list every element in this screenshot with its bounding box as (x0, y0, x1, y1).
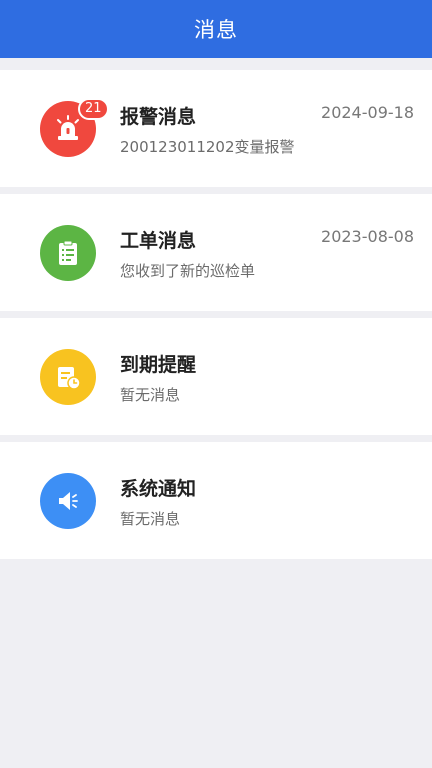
message-preview: 暂无消息 (120, 510, 181, 528)
workorder-icon-wrap (40, 225, 96, 281)
message-title: 工单消息 (120, 230, 197, 252)
message-preview: 您收到了新的巡检单 (120, 262, 256, 280)
page-title: 消息 (194, 18, 238, 42)
message-preview: 暂无消息 (120, 386, 181, 404)
message-title: 到期提醒 (120, 354, 197, 376)
message-item-expiry[interactable]: 到期提醒 暂无消息 (0, 318, 432, 435)
alarm-icon-wrap: 21 (40, 98, 109, 157)
header-bar: 消息 (0, 0, 432, 58)
message-date: 2023-08-08 (321, 227, 414, 246)
message-title: 报警消息 (120, 106, 197, 128)
unread-count-badge: 21 (78, 98, 109, 120)
message-item-workorder[interactable]: 工单消息 您收到了新的巡检单 2023-08-08 (0, 194, 432, 311)
message-date: 2024-09-18 (321, 103, 414, 122)
calendar-clock-icon (40, 349, 96, 405)
message-item-alarm[interactable]: 21 报警消息 200123011202变量报警 2024-09-18 (0, 70, 432, 187)
message-preview: 200123011202变量报警 (120, 138, 295, 156)
expiry-icon-wrap (40, 349, 96, 405)
message-title: 系统通知 (120, 478, 197, 500)
message-list: 21 报警消息 200123011202变量报警 2024-09-18 工单消息… (0, 70, 432, 566)
speaker-icon (40, 473, 96, 529)
system-icon-wrap (40, 473, 96, 529)
message-item-system[interactable]: 系统通知 暂无消息 (0, 442, 432, 559)
clipboard-icon (40, 225, 96, 281)
